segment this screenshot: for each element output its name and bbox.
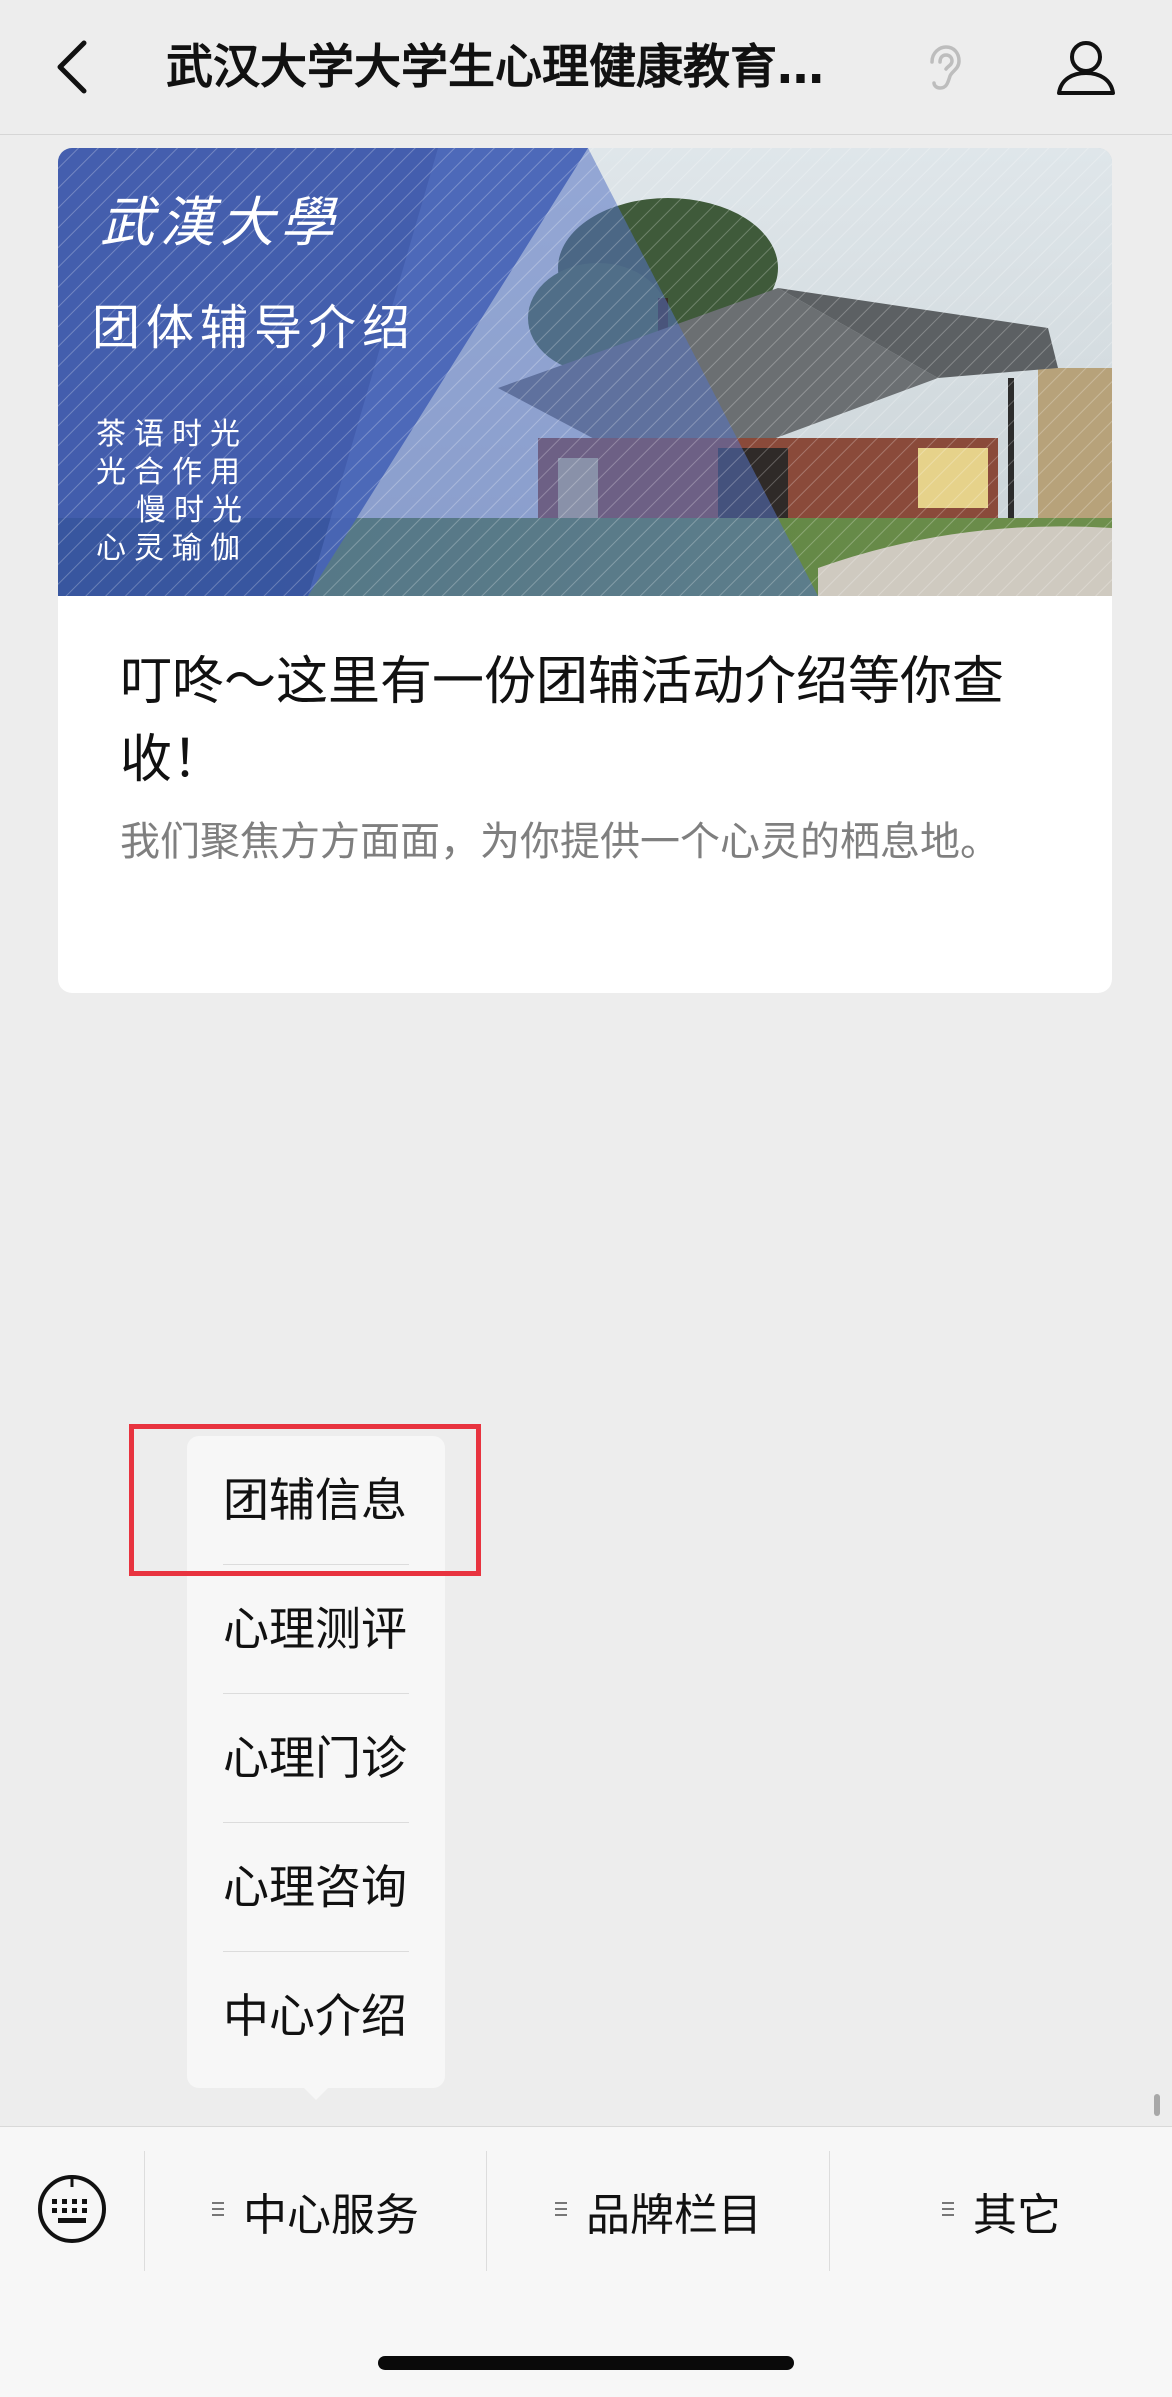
submenu-item-center-intro[interactable]: 中心介绍 xyxy=(223,1952,409,2080)
submenu-item-consultation[interactable]: 心理咨询 xyxy=(223,1823,409,1951)
cover-tags: 茶语时光 光合作用 慢时光 心灵瑜伽 xyxy=(96,416,250,568)
page-title: 武汉大学大学生心理健康教育… xyxy=(166,40,824,95)
lines-icon xyxy=(941,2199,955,2223)
keyboard-toggle-button[interactable] xyxy=(34,2171,110,2247)
navigation-bar: 武汉大学大学生心理健康教育… xyxy=(0,0,1172,135)
submenu-pointer xyxy=(302,2086,330,2100)
article-card[interactable]: 武漢大學 团体辅导介绍 茶语时光 光合作用 慢时光 心灵瑜伽 叮咚～这里有一份团… xyxy=(58,148,1112,993)
cover-subheading: 团体辅导介绍 xyxy=(92,300,417,356)
menu-tab-other[interactable]: 其它 xyxy=(830,2151,1172,2271)
keyboard-icon xyxy=(38,2175,106,2243)
menu-tab-label: 中心服务 xyxy=(243,2190,419,2241)
cover-tag: 光合作用 xyxy=(96,455,248,490)
lines-icon xyxy=(211,2199,225,2223)
menu-tab-label: 品牌栏目 xyxy=(586,2190,762,2241)
scrollbar[interactable] xyxy=(1154,2094,1160,2116)
cover-tag: 慢时光 xyxy=(136,493,250,528)
article-summary: 我们聚焦方方面面，为你提供一个心灵的栖息地。 xyxy=(120,819,1000,865)
cover-heading: 武漢大學 xyxy=(100,191,340,254)
profile-button[interactable] xyxy=(1050,32,1122,104)
cover-tag: 心灵瑜伽 xyxy=(96,531,248,566)
submenu-item-assessment[interactable]: 心理测评 xyxy=(223,1565,409,1693)
person-icon xyxy=(1057,41,1115,95)
menu-tab-brand-columns[interactable]: 品牌栏目 xyxy=(487,2151,829,2271)
cover-image: 武漢大學 团体辅导介绍 茶语时光 光合作用 慢时光 心灵瑜伽 xyxy=(58,148,1112,596)
chevron-left-icon xyxy=(57,40,87,94)
back-button[interactable] xyxy=(36,30,106,104)
ear-icon[interactable] xyxy=(918,40,970,96)
cover-tag: 茶语时光 xyxy=(96,417,248,452)
menu-tab-center-services[interactable]: 中心服务 xyxy=(145,2151,485,2271)
menu-tab-label: 其它 xyxy=(973,2190,1061,2241)
lines-icon xyxy=(554,2199,568,2223)
article-title: 叮咚～这里有一份团辅活动介绍等你查收！ xyxy=(120,652,1005,790)
home-indicator[interactable] xyxy=(378,2356,794,2370)
highlight-box xyxy=(129,1424,481,1576)
submenu-item-clinic[interactable]: 心理门诊 xyxy=(223,1694,409,1822)
